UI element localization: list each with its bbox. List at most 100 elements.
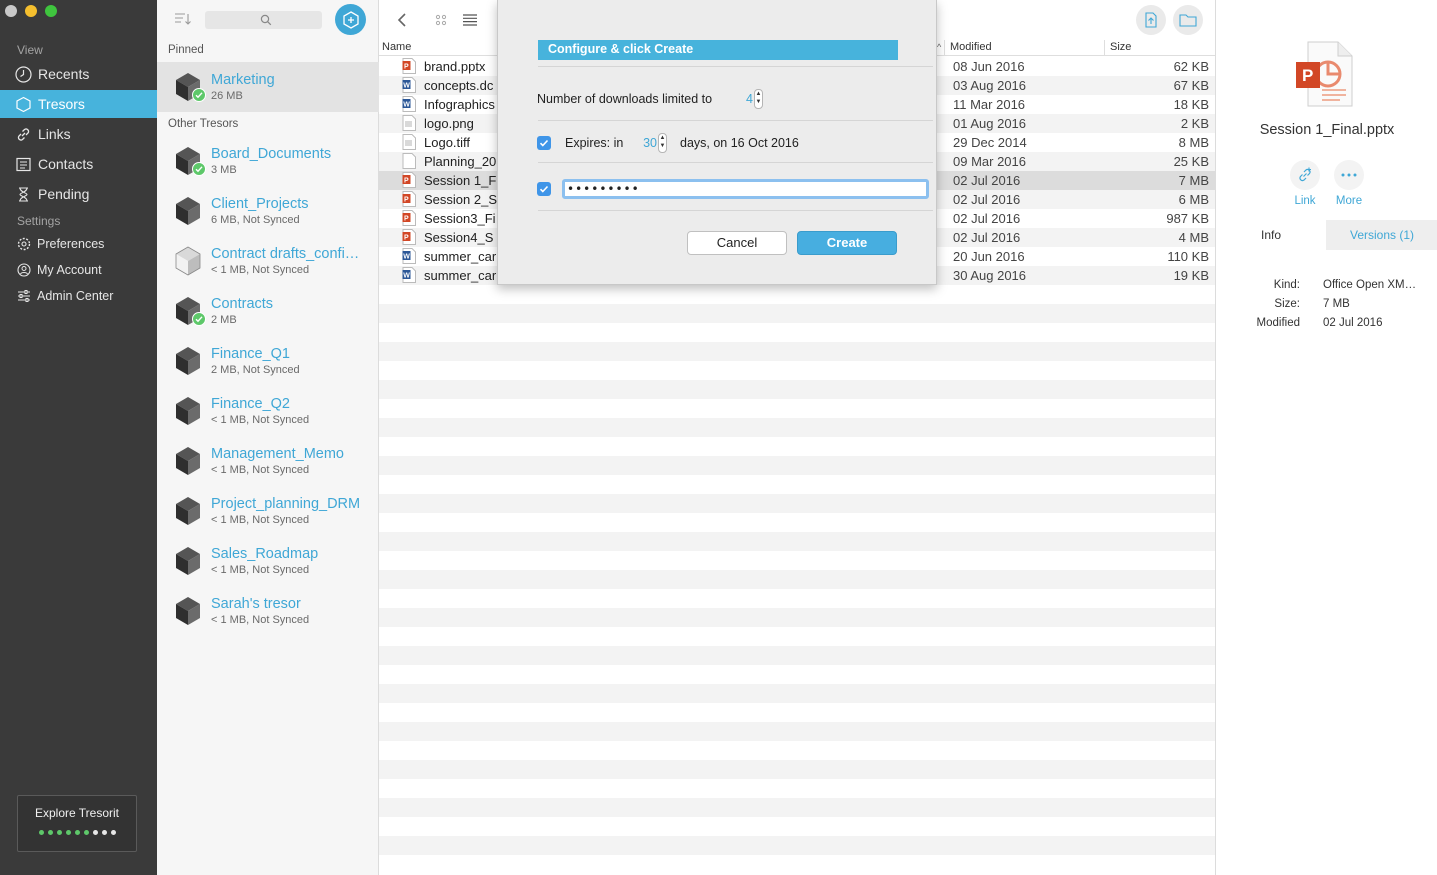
grid-view-icon[interactable] (435, 14, 447, 26)
create-button[interactable]: Create (797, 231, 897, 255)
empty-row (379, 513, 1215, 532)
expires-days-value[interactable]: 30 (634, 136, 657, 150)
sidebar-item-tresors[interactable]: Tresors (0, 90, 157, 118)
column-size[interactable]: Size (1110, 41, 1131, 53)
word-icon: W (402, 267, 416, 283)
expires-checkbox[interactable] (537, 136, 551, 150)
window-close-button[interactable] (5, 5, 17, 17)
sidebar-item-pending[interactable]: Pending (0, 180, 157, 208)
column-divider (1104, 40, 1105, 56)
tresor-name: Board_Documents (211, 146, 332, 162)
tresor-name: Finance_Q2 (211, 396, 290, 412)
tresor-name: Sales_Roadmap (211, 546, 319, 562)
tresor-item[interactable]: Sales_Roadmap < 1 MB, Not Synced (157, 536, 379, 586)
sidebar-item-contacts[interactable]: Contacts (0, 150, 157, 178)
powerpoint-icon: P (402, 172, 416, 188)
link-action-label: Link (1294, 195, 1316, 207)
empty-row (379, 437, 1215, 456)
tresor-toolbar (157, 0, 379, 40)
sidebar-item-label: Tresors (38, 96, 85, 112)
sidebar-item-recents[interactable]: Recents (0, 60, 157, 88)
cancel-button[interactable]: Cancel (687, 231, 787, 255)
tresor-meta: 26 MB (211, 90, 243, 102)
file-name: concepts.dc (424, 78, 494, 93)
tresor-item[interactable]: Project_planning_DRM < 1 MB, Not Synced (157, 486, 379, 536)
file-modified: 01 Aug 2016 (953, 116, 1027, 131)
tresor-item[interactable]: Contract drafts_confi… < 1 MB, Not Synced (157, 236, 379, 286)
tresor-meta: 6 MB, Not Synced (211, 214, 300, 226)
window-zoom-button[interactable] (45, 5, 57, 17)
new-folder-button[interactable] (1173, 5, 1203, 35)
modified-value: 02 Jul 2016 (1323, 317, 1383, 329)
sidebar-item-links[interactable]: Links (0, 120, 157, 148)
sort-icon[interactable] (174, 12, 192, 26)
downloads-limit-stepper[interactable]: ▲ ▼ (754, 89, 763, 109)
password-field[interactable]: ••••••••• (562, 179, 929, 199)
tresor-item[interactable]: Contracts 2 MB (157, 286, 379, 336)
expires-days-stepper[interactable]: ▲ ▼ (658, 133, 667, 153)
list-view-icon[interactable] (463, 14, 477, 26)
more-dots-icon (1341, 173, 1357, 177)
file-name: Session 2_S (424, 192, 497, 207)
search-icon (260, 14, 272, 26)
explore-tresorit-label: Explore Tresorit (34, 806, 120, 820)
window-minimize-button[interactable] (25, 5, 37, 17)
tresor-item[interactable]: Client_Projects 6 MB, Not Synced (157, 186, 379, 236)
create-link-action[interactable]: Link (1280, 160, 1330, 207)
file-size: 2 KB (1180, 116, 1209, 131)
sidebar-item-label: My Account (37, 263, 102, 277)
sidebar-item-label: Preferences (37, 237, 105, 251)
file-name: summer_car (424, 268, 497, 283)
tresor-name: Contract drafts_confi… (211, 246, 360, 262)
empty-row (379, 760, 1215, 779)
tresor-item[interactable]: Finance_Q2 < 1 MB, Not Synced (157, 386, 379, 436)
empty-row (379, 798, 1215, 817)
pinned-section-label: Pinned (168, 44, 204, 56)
tresor-item[interactable]: Board_Documents 3 MB (157, 136, 379, 186)
tresor-cube-icon (16, 96, 31, 112)
link-plus-icon (1299, 167, 1311, 182)
sidebar-item-preferences[interactable]: Preferences (0, 232, 157, 256)
info-panel: P Session 1_Final.pptx Link More Info Ve… (1215, 0, 1437, 875)
file-size: 25 KB (1173, 154, 1209, 169)
column-divider (944, 40, 945, 56)
downloads-limit-value[interactable]: 4 (731, 92, 753, 106)
more-actions[interactable]: More (1324, 160, 1374, 207)
new-tresor-button[interactable] (335, 4, 366, 35)
file-modified: 29 Dec 2014 (953, 135, 1027, 150)
tab-versions[interactable]: Versions (1) (1326, 220, 1437, 250)
selected-file-name: Session 1_Final.pptx (1259, 122, 1395, 138)
upload-file-icon (1145, 12, 1157, 28)
column-name[interactable]: Name (382, 41, 411, 53)
info-tabs: Info Versions (1) (1216, 220, 1437, 250)
progress-dot (74, 830, 80, 835)
tresor-item[interactable]: Marketing 26 MB (157, 62, 379, 112)
upload-file-button[interactable] (1136, 5, 1166, 35)
sidebar-item-my-account[interactable]: My Account (0, 258, 157, 282)
new-tresor-icon (342, 10, 359, 29)
tresor-meta: < 1 MB, Not Synced (211, 414, 310, 426)
sidebar-item-admin-center[interactable]: Admin Center (0, 284, 157, 308)
synced-check-icon (192, 88, 206, 102)
file-size: 987 KB (1166, 211, 1209, 226)
search-input[interactable] (205, 11, 322, 29)
empty-row (379, 817, 1215, 836)
tresor-item[interactable]: Finance_Q1 2 MB, Not Synced (157, 336, 379, 386)
tresor-item[interactable]: Management_Memo < 1 MB, Not Synced (157, 436, 379, 486)
word-icon: W (402, 248, 416, 264)
password-checkbox[interactable] (537, 182, 551, 196)
tresor-cube-icon (176, 397, 200, 425)
tab-info[interactable]: Info (1216, 220, 1326, 250)
tresor-meta: < 1 MB, Not Synced (211, 614, 310, 626)
tresor-cube-icon (176, 197, 200, 225)
progress-dots (18, 830, 136, 835)
dialog-title: Configure & click Create (538, 40, 898, 60)
explore-tresorit-button[interactable]: Explore Tresorit (17, 795, 137, 852)
file-size: 62 KB (1173, 59, 1209, 74)
view-section-label: View (17, 43, 43, 57)
downloads-limit-label: Number of downloads limited to (537, 92, 713, 106)
tresor-item[interactable]: Sarah's tresor < 1 MB, Not Synced (157, 586, 379, 636)
back-chevron-icon[interactable] (397, 12, 407, 28)
column-modified[interactable]: Modified (950, 41, 992, 53)
file-name: Planning_20 (424, 154, 497, 169)
